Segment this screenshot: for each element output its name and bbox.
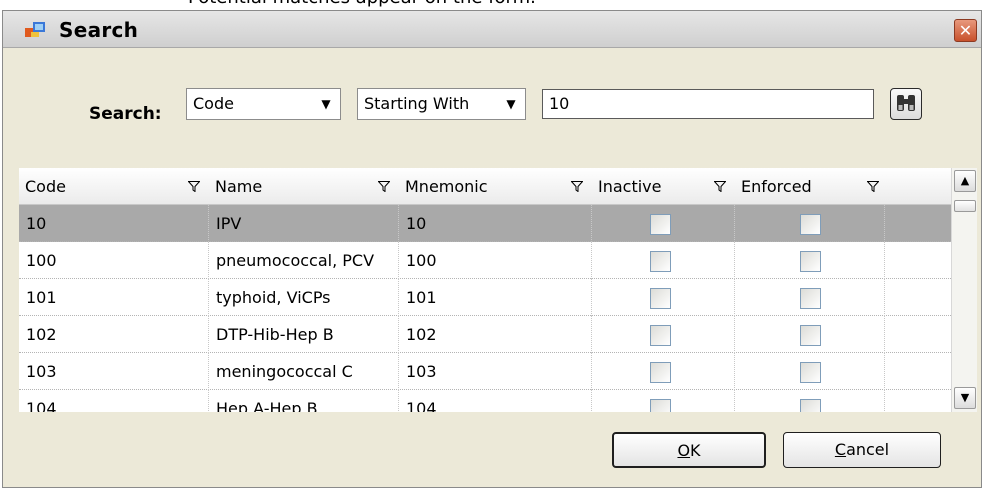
cancel-label-rest: ancel [846, 440, 890, 459]
ok-button[interactable]: OK [612, 432, 766, 468]
cancel-mnemonic: C [834, 440, 847, 459]
cell-code: 10 [19, 205, 209, 242]
table-row[interactable]: 102 DTP-Hib-Hep B 102 [19, 316, 951, 353]
enforced-checkbox[interactable] [800, 251, 821, 272]
search-mode-combo[interactable]: Starting With ▼ [357, 88, 526, 120]
cell-enforced [735, 242, 885, 279]
cell-inactive [592, 390, 735, 412]
filter-funnel-icon[interactable] [188, 181, 200, 192]
cell-mnemonic: 10 [399, 205, 592, 242]
column-header-code[interactable]: Code [19, 168, 206, 204]
scroll-thumb[interactable] [954, 200, 976, 212]
enforced-checkbox[interactable] [800, 362, 821, 383]
column-header-label: Inactive [598, 177, 662, 196]
cell-code: 104 [19, 390, 209, 412]
cell-code: 102 [19, 316, 209, 353]
close-icon: ✕ [958, 21, 973, 40]
chevron-down-icon[interactable]: ▼ [312, 89, 340, 119]
inactive-checkbox[interactable] [650, 288, 671, 309]
search-window-icon [25, 22, 45, 37]
inactive-checkbox[interactable] [650, 325, 671, 346]
cell-inactive [592, 205, 735, 242]
cell-enforced [735, 353, 885, 390]
cell-inactive [592, 279, 735, 316]
cell-mnemonic: 102 [399, 316, 592, 353]
cell-enforced [735, 279, 885, 316]
cell-name: DTP-Hib-Hep B [209, 316, 399, 353]
cell-code: 100 [19, 242, 209, 279]
cell-mnemonic: 103 [399, 353, 592, 390]
ok-mnemonic: O [677, 441, 691, 460]
inactive-checkbox[interactable] [650, 251, 671, 272]
column-header-enforced[interactable]: Enforced [735, 168, 885, 204]
search-field-combo[interactable]: Code ▼ [186, 88, 341, 120]
cell-enforced [735, 205, 885, 242]
inactive-checkbox[interactable] [650, 362, 671, 383]
cell-name: typhoid, ViCPs [209, 279, 399, 316]
results-grid: Code Name Mnemonic Inactive Enforced 10 … [19, 168, 951, 412]
search-field-value: Code [193, 94, 234, 113]
table-row[interactable]: 103 meningococcal C 103 [19, 353, 951, 390]
inactive-checkbox[interactable] [650, 214, 671, 235]
window-title: Search [59, 18, 139, 42]
cell-name: pneumococcal, PCV [209, 242, 399, 279]
cell-inactive [592, 353, 735, 390]
chevron-up-icon: ▲ [960, 174, 970, 187]
enforced-checkbox[interactable] [800, 399, 821, 412]
filter-funnel-icon[interactable] [867, 181, 879, 192]
table-row[interactable]: 10 IPV 10 [19, 205, 951, 242]
chevron-down-icon: ▼ [960, 391, 970, 404]
enforced-checkbox[interactable] [800, 214, 821, 235]
scroll-down-button[interactable]: ▼ [954, 387, 976, 409]
cancel-button[interactable]: Cancel [783, 432, 941, 468]
binoculars-icon [897, 95, 915, 111]
background-caption: Potential matches appear on the form. [188, 0, 536, 8]
cell-enforced [735, 390, 885, 412]
scroll-up-button[interactable]: ▲ [954, 170, 976, 192]
close-button[interactable]: ✕ [954, 19, 977, 42]
column-header-label: Mnemonic [405, 177, 488, 196]
vertical-scrollbar[interactable]: ▲ ▼ [951, 168, 977, 412]
search-label: Search: [89, 104, 162, 124]
table-row[interactable]: 100 pneumococcal, PCV 100 [19, 242, 951, 279]
column-header-label: Code [25, 177, 66, 196]
enforced-checkbox[interactable] [800, 288, 821, 309]
cell-mnemonic: 100 [399, 242, 592, 279]
cell-enforced [735, 316, 885, 353]
chevron-down-icon[interactable]: ▼ [497, 89, 525, 119]
column-header-name[interactable]: Name [209, 168, 396, 204]
ok-label-rest: K [690, 441, 701, 460]
enforced-checkbox[interactable] [800, 325, 821, 346]
cell-name: Hep A-Hep B [209, 390, 399, 412]
cell-mnemonic: 104 [399, 390, 592, 412]
cell-inactive [592, 242, 735, 279]
grid-header: Code Name Mnemonic Inactive Enforced [19, 168, 951, 205]
column-header-mnemonic[interactable]: Mnemonic [399, 168, 589, 204]
table-row[interactable]: 104 Hep A-Hep B 104 [19, 390, 951, 412]
cell-code: 103 [19, 353, 209, 390]
find-button[interactable] [890, 88, 922, 120]
column-header-label: Name [215, 177, 263, 196]
column-header-inactive[interactable]: Inactive [592, 168, 732, 204]
filter-funnel-icon[interactable] [571, 181, 583, 192]
cell-mnemonic: 101 [399, 279, 592, 316]
inactive-checkbox[interactable] [650, 399, 671, 412]
cell-name: IPV [209, 205, 399, 242]
column-header-label: Enforced [741, 177, 812, 196]
cell-inactive [592, 316, 735, 353]
cell-code: 101 [19, 279, 209, 316]
search-input[interactable]: 10 [542, 89, 874, 119]
filter-funnel-icon[interactable] [714, 181, 726, 192]
title-bar[interactable]: Search ✕ [3, 11, 981, 48]
search-mode-value: Starting With [364, 94, 470, 113]
table-row[interactable]: 101 typhoid, ViCPs 101 [19, 279, 951, 316]
filter-funnel-icon[interactable] [378, 181, 390, 192]
cell-name: meningococcal C [209, 353, 399, 390]
